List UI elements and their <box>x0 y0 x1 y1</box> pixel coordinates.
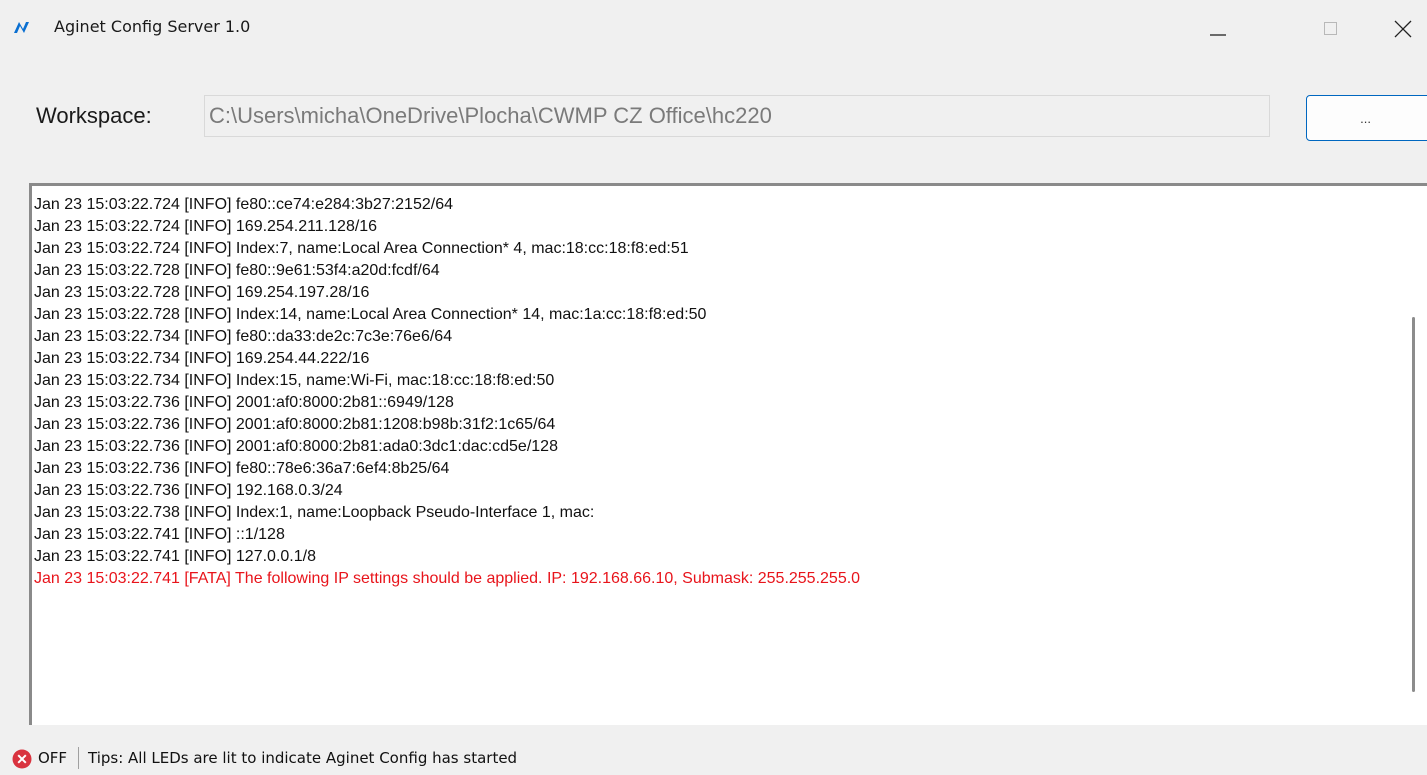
browse-button[interactable]: ... <box>1306 95 1427 141</box>
workspace-label: Workspace: <box>36 103 152 128</box>
close-button[interactable] <box>1381 6 1427 46</box>
status-divider <box>78 747 79 769</box>
log-line: Jan 23 15:03:22.741 [INFO] 127.0.0.1/8 <box>34 548 316 565</box>
log-line: Jan 23 15:03:22.734 [INFO] fe80::da33:de… <box>34 328 453 345</box>
log-line: Jan 23 15:03:22.734 [INFO] 169.254.44.22… <box>34 350 370 367</box>
workspace-path-input[interactable] <box>204 95 1270 137</box>
log-line: Jan 23 15:03:22.736 [INFO] 2001:af0:8000… <box>34 394 454 411</box>
maximize-icon <box>1324 22 1337 35</box>
log-line: Jan 23 15:03:22.728 [INFO] Index:14, nam… <box>34 306 707 323</box>
window-title: Aginet Config Server 1.0 <box>54 17 251 36</box>
connection-status: OFF <box>38 749 68 767</box>
log-line: Jan 23 15:03:22.734 [INFO] Index:15, nam… <box>34 372 555 389</box>
log-line: Jan 23 15:03:22.728 [INFO] 169.254.197.2… <box>34 284 370 301</box>
title-bar: Aginet Config Server 1.0 <box>0 0 1427 56</box>
error-x-circle-icon <box>12 749 32 769</box>
log-line-fatal: Jan 23 15:03:22.741 [FATA] The following… <box>34 570 861 587</box>
log-line: Jan 23 15:03:22.741 [INFO] ::1/128 <box>34 526 285 543</box>
close-icon <box>1394 20 1412 38</box>
status-bar: OFF Tips: All LEDs are lit to indicate A… <box>0 739 1427 775</box>
log-line: Jan 23 15:03:22.736 [INFO] fe80::78e6:36… <box>34 460 450 477</box>
log-line: Jan 23 15:03:22.736 [INFO] 2001:af0:8000… <box>34 416 556 433</box>
log-line: Jan 23 15:03:22.736 [INFO] 192.168.0.3/2… <box>34 482 343 499</box>
log-line: Jan 23 15:03:22.724 [INFO] 169.254.211.1… <box>34 218 378 235</box>
minimize-button[interactable] <box>1198 6 1244 46</box>
log-lines: Jan 23 15:03:22.724 [INFO] fe80::ce74:e2… <box>34 194 860 590</box>
log-line: Jan 23 15:03:22.728 [INFO] fe80::9e61:53… <box>34 262 440 279</box>
tips-text: Tips: All LEDs are lit to indicate Agine… <box>88 749 518 767</box>
minimize-icon <box>1210 34 1226 36</box>
aginet-logo-icon <box>14 22 29 33</box>
log-line: Jan 23 15:03:22.736 [INFO] 2001:af0:8000… <box>34 438 558 455</box>
log-line: Jan 23 15:03:22.724 [INFO] Index:7, name… <box>34 240 689 257</box>
log-scrollbar-thumb[interactable] <box>1412 317 1415 692</box>
log-panel[interactable]: Jan 23 15:03:22.724 [INFO] fe80::ce74:e2… <box>29 183 1427 725</box>
maximize-button[interactable] <box>1308 6 1354 46</box>
log-line: Jan 23 15:03:22.738 [INFO] Index:1, name… <box>34 504 595 521</box>
log-line: Jan 23 15:03:22.724 [INFO] fe80::ce74:e2… <box>34 196 453 213</box>
